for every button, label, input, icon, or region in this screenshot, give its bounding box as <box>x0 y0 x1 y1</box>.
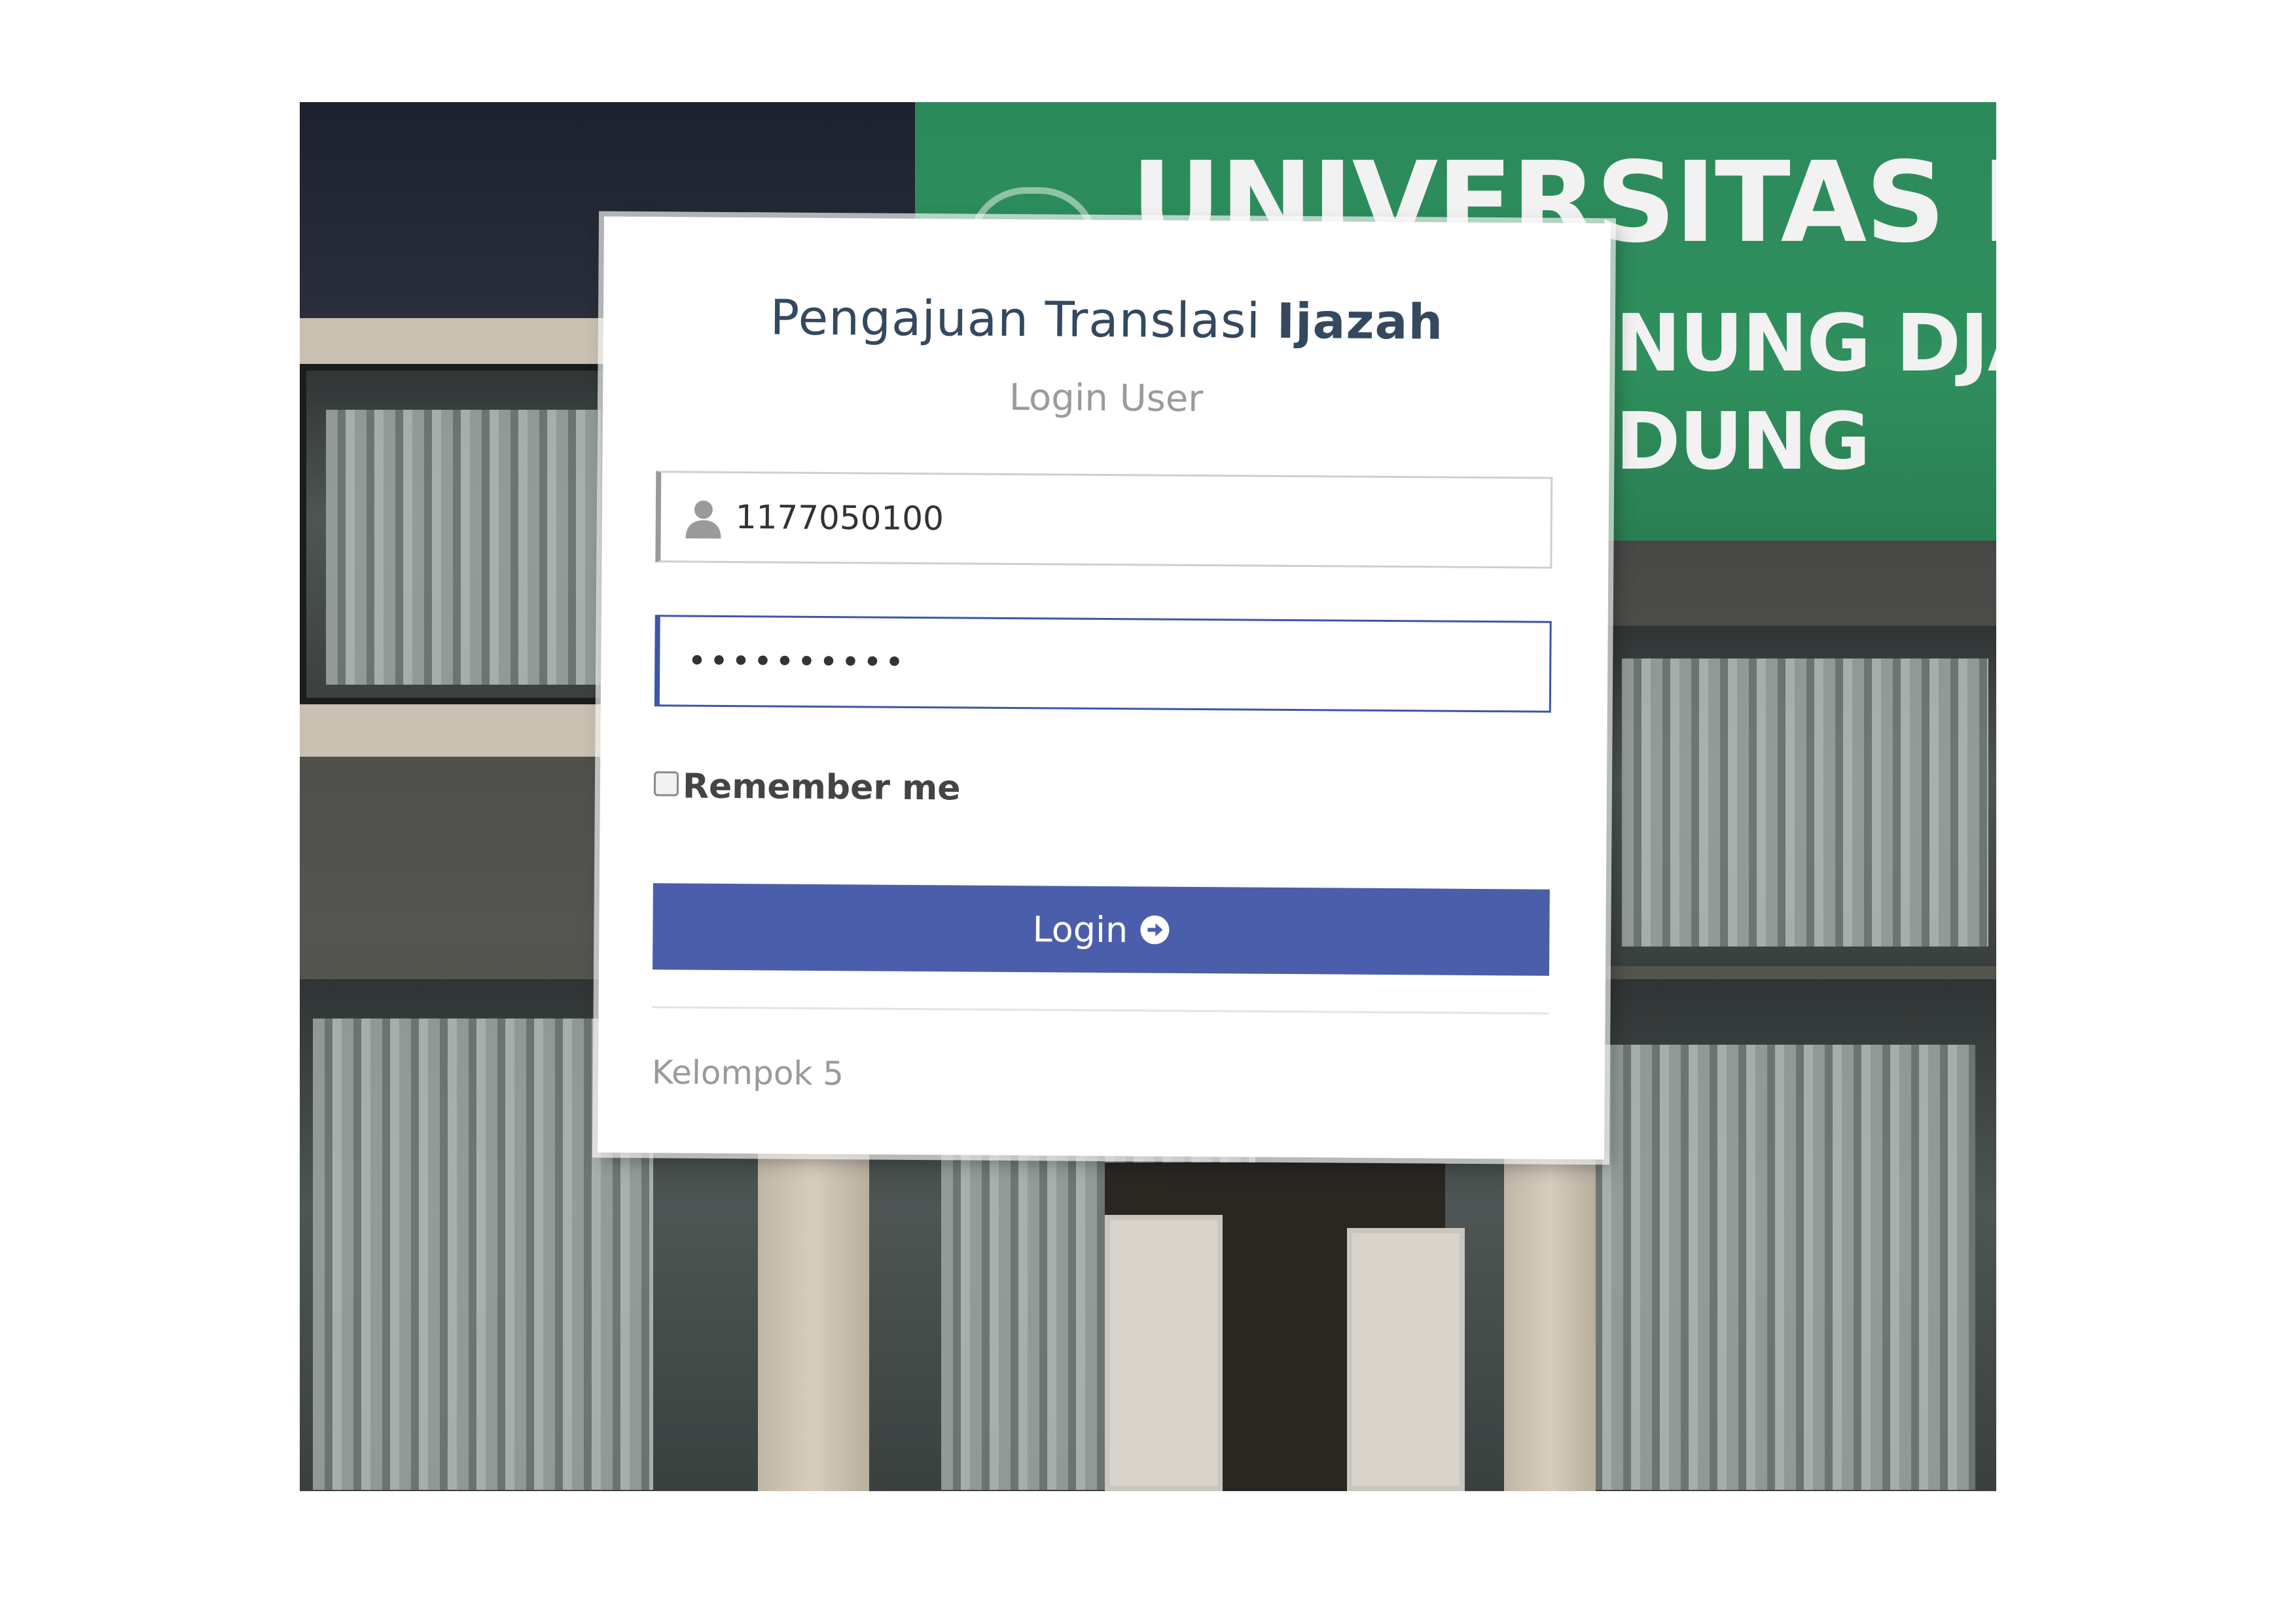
user-icon <box>685 500 721 539</box>
sign-line-3: DUNG <box>1615 397 1871 488</box>
login-button[interactable]: Login <box>652 883 1550 976</box>
title-regular: Pengajuan Translasi <box>770 289 1277 350</box>
page-title: Pengajuan Translasi Ijazah <box>603 289 1611 352</box>
sign-line-2: NUNG DJAT <box>1615 298 1996 389</box>
login-card: Pengajuan Translasi Ijazah Login User Re… <box>598 216 1611 1160</box>
username-field-wrapper <box>655 471 1553 569</box>
door-right <box>1347 1228 1465 1491</box>
window-frame <box>300 364 627 704</box>
username-input[interactable] <box>734 473 1551 567</box>
login-button-label: Login <box>1032 908 1128 950</box>
door-left <box>1105 1215 1223 1491</box>
arrow-circle-right-icon <box>1140 915 1170 945</box>
divider <box>652 1006 1549 1015</box>
remember-me-row: Remember me <box>653 767 961 808</box>
password-field-wrapper <box>654 615 1552 713</box>
page-subtitle: Login User <box>1009 376 1204 421</box>
title-bold: Ijazah <box>1276 293 1444 351</box>
curtain <box>1583 1045 1975 1490</box>
remember-me-label[interactable]: Remember me <box>683 767 961 808</box>
curtain <box>1622 659 1988 947</box>
remember-me-checkbox[interactable] <box>653 771 679 797</box>
footer-text: Kelompok 5 <box>651 1053 844 1093</box>
password-input[interactable] <box>685 617 1550 711</box>
